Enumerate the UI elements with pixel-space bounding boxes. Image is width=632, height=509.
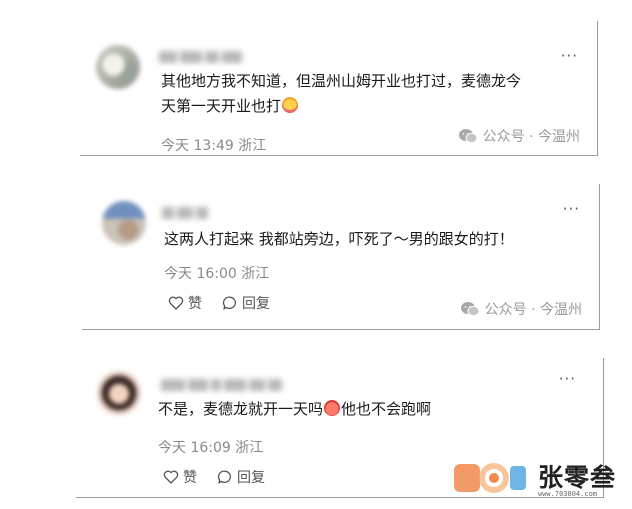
reply-label: 回复 <box>237 470 265 486</box>
nickname-blurred[interactable] <box>159 46 245 63</box>
source-label: 公众号 · 今温州 <box>482 129 580 145</box>
comment-card: ··· 这两人打起来 我都站旁边，吓死了～男的跟女的打！ 今天 16:00 浙江… <box>82 184 600 330</box>
comment-text: 不是，麦德龙就开一天吗 他也不会跑啊 <box>158 397 588 422</box>
comment-meta: 今天 13:49 浙江 <box>161 135 266 155</box>
watermark-logo-icon <box>454 463 526 493</box>
watermark: 张零叁 www.703804.com <box>452 456 627 500</box>
source-tag: 公众号 · 今温州 <box>458 126 580 146</box>
reply-label: 回复 <box>242 296 270 312</box>
comment-meta: 今天 16:00 浙江 <box>164 263 269 283</box>
comment-text-line1: 其他地方我不知道，但温州山姆开业也打过，麦德龙今 <box>161 72 522 90</box>
comment-text-after: 他也不会跑啊 <box>341 400 432 418</box>
source-label: 公众号 · 今温州 <box>484 302 582 318</box>
crying-face-icon <box>282 97 299 113</box>
reply-button[interactable]: 回复 <box>222 293 270 313</box>
like-label: 赞 <box>188 296 202 312</box>
comment-location: 浙江 <box>238 138 267 154</box>
speech-bubble-icon <box>222 296 236 310</box>
angry-face-icon <box>324 400 341 416</box>
more-options-icon[interactable]: ··· <box>561 49 578 64</box>
wechat-icon <box>458 129 478 144</box>
like-label: 赞 <box>183 470 197 486</box>
comment-card: ··· 其他地方我不知道，但温州山姆开业也打过，麦德龙今 天第一天开业也打 今天 … <box>80 21 598 156</box>
heart-icon <box>168 296 184 310</box>
avatar[interactable] <box>102 201 146 245</box>
comment-text-line2: 天第一天开业也打 <box>161 97 282 115</box>
comment-time: 今天 16:00 <box>164 266 237 282</box>
wechat-icon <box>460 302 480 317</box>
avatar[interactable] <box>96 45 140 89</box>
comment-time: 今天 13:49 <box>161 138 234 154</box>
reply-button[interactable]: 回复 <box>217 467 265 487</box>
nickname-blurred[interactable] <box>162 202 211 219</box>
comment-text: 其他地方我不知道，但温州山姆开业也打过，麦德龙今 天第一天开业也打 <box>161 69 591 119</box>
comment-text: 这两人打起来 我都站旁边，吓死了～男的跟女的打！ <box>164 230 514 248</box>
comment-text-before: 不是，麦德龙就开一天吗 <box>158 400 324 418</box>
heart-icon <box>163 470 179 484</box>
like-button[interactable]: 赞 <box>168 293 202 313</box>
source-tag: 公众号 · 今温州 <box>460 299 582 319</box>
watermark-url: www.703804.com <box>538 490 598 498</box>
comment-time: 今天 16:09 <box>158 440 231 456</box>
comment-location: 浙江 <box>235 440 264 456</box>
avatar[interactable] <box>97 371 141 415</box>
like-button[interactable]: 赞 <box>163 467 197 487</box>
watermark-text: 张零叁 <box>538 463 617 492</box>
comment-actions: 赞 回复 <box>163 467 265 487</box>
more-options-icon[interactable]: ··· <box>559 372 576 387</box>
comment-actions: 赞 回复 <box>168 293 270 313</box>
nickname-blurred[interactable] <box>161 374 285 391</box>
speech-bubble-icon <box>217 470 231 484</box>
more-options-icon[interactable]: ··· <box>563 202 580 217</box>
comment-location: 浙江 <box>241 266 270 282</box>
comment-meta: 今天 16:09 浙江 <box>158 437 263 457</box>
